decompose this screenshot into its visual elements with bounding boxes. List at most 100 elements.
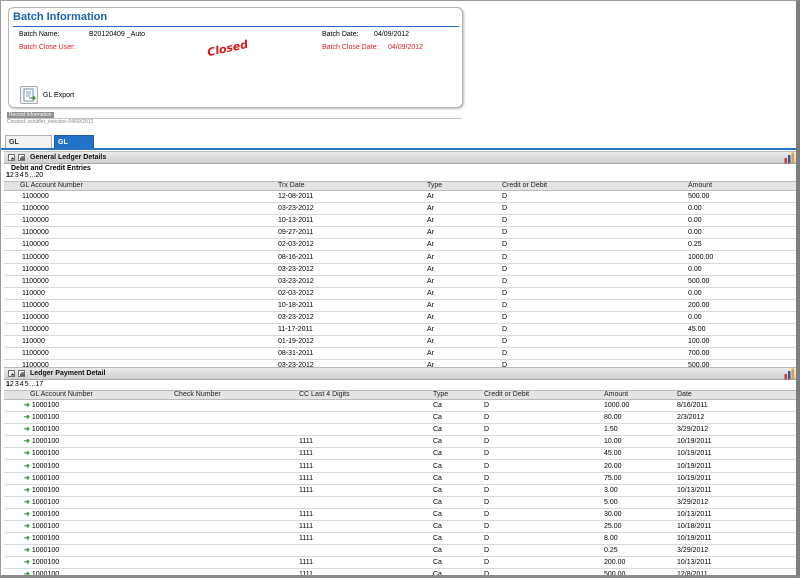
page-link[interactable]: 4 [20, 381, 24, 388]
column-header[interactable]: Check Number [172, 390, 297, 400]
table-row[interactable]: ➔ 1000100 1111 Ca D 25.00 10/18/2011 [4, 520, 796, 534]
table-row[interactable]: ➔ 1000100 1111 Ca D 30.00 10/13/2011 [4, 508, 796, 521]
table-row[interactable]: ➔ 1000100 Ca D 80.00 2/3/2012 [4, 411, 796, 425]
table-row[interactable]: 1100000 03-23-2012 Ar D 0.00 [4, 202, 796, 216]
column-header[interactable]: GL Account Number [4, 181, 276, 191]
gl-print-button[interactable] [18, 154, 25, 161]
page-link[interactable]: 4 [20, 172, 24, 179]
page-link[interactable]: 3 [15, 172, 19, 179]
table-row[interactable]: 1100000 02-03-2012 Ar D 0.25 [4, 238, 796, 252]
arrow-right-icon[interactable]: ➔ [24, 450, 30, 457]
tab-gl-summary[interactable]: GL Summary [5, 135, 52, 159]
table-row[interactable]: ➔ 1000100 Ca D 1.50 3/29/2012 [4, 423, 796, 437]
arrow-right-icon[interactable]: ➔ [24, 523, 30, 530]
page-link[interactable]: 2 [10, 381, 14, 388]
column-header[interactable]: Trx Date [276, 181, 425, 191]
arrow-right-icon[interactable]: ➔ [24, 535, 30, 542]
table-row[interactable]: 1100000 11-17-2011 Ar D 45.00 [4, 323, 796, 337]
page-link[interactable]: 3 [15, 381, 19, 388]
table-row[interactable]: ➔ 1000100 1111 Ca D 45.00 10/19/2011 [4, 447, 796, 461]
table-cell: 12/8/2011 [675, 568, 796, 575]
gl-collapse-button[interactable] [8, 154, 15, 161]
table-row[interactable]: 1100000 03-23-2012 Ar D 0.00 [4, 263, 796, 276]
table-cell: 0.00 [686, 311, 796, 325]
table-row[interactable]: ➔ 1000100 Ca D 1000.00 8/16/2011 [4, 399, 796, 413]
table-row[interactable]: ➔ 1000100 1111 Ca D 10.00 10/19/2011 [4, 435, 796, 449]
gl-account-number: 1100000 [22, 313, 49, 321]
arrow-right-icon[interactable]: ➔ [24, 571, 30, 575]
page-link[interactable]: 2 [10, 172, 14, 179]
page-link[interactable]: ...20 [30, 172, 44, 179]
table-row[interactable]: ➔ 1000100 1111 Ca D 75.00 10/19/2011 [4, 472, 796, 485]
tab-gl-details[interactable]: GL Details [54, 135, 94, 159]
column-header[interactable]: GL Account Number [4, 390, 172, 400]
table-cell: 09-27-2011 [276, 226, 425, 240]
arrow-right-icon[interactable]: ➔ [24, 487, 30, 494]
column-header[interactable]: Credit or Debit [482, 390, 602, 400]
column-header[interactable]: Type [425, 181, 500, 191]
table-row[interactable]: ➔ 1000100 Ca D 5.00 3/29/2012 [4, 496, 796, 509]
column-header[interactable]: Amount [602, 390, 675, 400]
table-cell: 0.25 [686, 238, 796, 252]
arrow-right-icon[interactable]: ➔ [24, 426, 30, 433]
table-row[interactable]: ➔ 1000100 1111 Ca D 500.00 12/8/2011 [4, 568, 796, 575]
arrow-right-icon[interactable]: ➔ [24, 463, 30, 470]
lp-print-button[interactable] [18, 370, 25, 377]
page-link[interactable]: ...17 [30, 381, 44, 388]
table-row[interactable]: 1100000 10-13-2011 Ar D 0.00 [4, 214, 796, 228]
table-row[interactable]: 1100000 03-23-2012 Ar D 500.00 [4, 275, 796, 288]
gl-export-button[interactable] [20, 86, 38, 104]
column-header[interactable]: Date [675, 390, 796, 400]
table-cell: ➔ 1000100 [4, 508, 172, 521]
arrow-right-icon[interactable]: ➔ [24, 402, 30, 409]
print-icon [20, 372, 25, 376]
lp-collapse-button[interactable] [8, 370, 15, 377]
table-cell: Ar [425, 250, 500, 264]
table-cell: ➔ 1000100 [4, 556, 172, 570]
table-row[interactable]: 110000 01-19-2012 Ar D 100.00 [4, 335, 796, 349]
arrow-right-icon[interactable]: ➔ [24, 511, 30, 518]
table-row[interactable]: ➔ 1000100 1111 Ca D 20.00 10/19/2011 [4, 459, 796, 473]
batch-date-label: Batch Date: [322, 31, 359, 38]
column-header[interactable]: Type [431, 390, 482, 400]
page-link[interactable]: 5 [25, 381, 29, 388]
page-link[interactable]: 5 [25, 172, 29, 179]
table-cell: D [500, 202, 686, 216]
column-header[interactable]: CC Last 4 Digits [297, 390, 431, 400]
arrow-right-icon[interactable]: ➔ [24, 438, 30, 445]
gl-export-label[interactable]: GL Export [43, 92, 74, 99]
column-header[interactable]: Credit or Debit [500, 181, 686, 191]
table-cell: D [482, 423, 602, 437]
arrow-right-icon[interactable]: ➔ [24, 559, 30, 566]
table-row[interactable]: 1100000 03-23-2012 Ar D 0.00 [4, 311, 796, 325]
table-row[interactable]: ➔ 1000100 Ca D 0.25 3/29/2012 [4, 544, 796, 558]
table-cell: 10-13-2011 [276, 214, 425, 228]
table-row[interactable]: 1100000 09-27-2011 Ar D 0.00 [4, 226, 796, 240]
table-row[interactable]: ➔ 1000100 1111 Ca D 200.00 10/13/2011 [4, 556, 796, 570]
table-cell: 1100000 [4, 238, 276, 252]
table-cell: ➔ 1000100 [4, 496, 172, 509]
bar-chart-icon[interactable] [784, 152, 795, 164]
column-header[interactable]: Amount [686, 181, 796, 191]
arrow-right-icon[interactable]: ➔ [24, 499, 30, 506]
table-cell: 02-03-2012 [276, 238, 425, 252]
table-row[interactable]: 1100000 12-08-2011 Ar D 500.00 [4, 190, 796, 204]
table-cell [297, 411, 431, 425]
table-row[interactable]: 110000 02-03-2012 Ar D 0.00 [4, 287, 796, 300]
gl-account-number: 1100000 [22, 193, 49, 201]
batch-date-value: 04/09/2012 [374, 31, 410, 38]
gl-account-number: 1000100 [31, 559, 60, 567]
table-row[interactable]: ➔ 1000100 1111 Ca D 3.00 10/13/2011 [4, 484, 796, 497]
table-row[interactable]: 1100000 08-31-2011 Ar D 700.00 [4, 347, 796, 361]
table-row[interactable]: ➔ 1000100 1111 Ca D 8.00 10/19/2011 [4, 532, 796, 546]
arrow-right-icon[interactable]: ➔ [24, 547, 30, 554]
table-cell: Ca [431, 544, 482, 558]
table-row[interactable]: 1100000 10-18-2011 Ar D 200.00 [4, 299, 796, 312]
arrow-right-icon[interactable]: ➔ [24, 414, 30, 421]
bar-chart-icon[interactable] [784, 368, 795, 380]
arrow-right-icon[interactable]: ➔ [24, 475, 30, 482]
table-row[interactable]: 1100000 08-16-2011 Ar D 1000.00 [4, 250, 796, 264]
batch-title: Batch Information [13, 11, 108, 23]
table-cell: 25.00 [602, 520, 675, 534]
table-cell: 0.00 [686, 287, 796, 300]
